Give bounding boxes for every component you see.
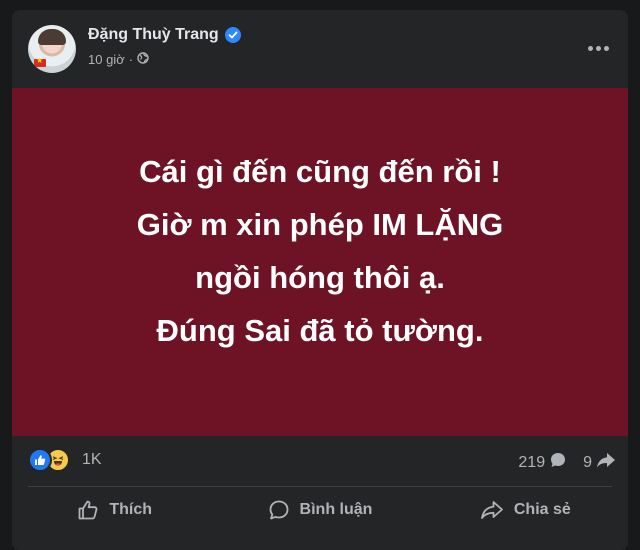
share-count[interactable]: 9 xyxy=(583,454,592,472)
flag-icon xyxy=(34,56,46,67)
comment-label: Bình luận xyxy=(299,501,373,518)
reaction-count[interactable]: 1K xyxy=(82,451,102,469)
more-dot-icon xyxy=(595,45,601,51)
like-icon xyxy=(28,448,52,472)
like-label: Thích xyxy=(109,501,152,518)
comment-count[interactable]: 219 xyxy=(518,454,545,472)
post-text-background[interactable]: Cái gì đến cũng đến rồi ! Giờ m xin phép… xyxy=(12,88,628,436)
reaction-icons[interactable] xyxy=(28,448,70,472)
like-button[interactable]: Thích xyxy=(12,488,217,532)
author-avatar[interactable] xyxy=(28,25,76,73)
author-name[interactable]: Đặng Thuỳ Trang xyxy=(88,26,219,44)
globe-icon[interactable] xyxy=(137,52,149,67)
post-timestamp[interactable]: 10 giờ xyxy=(88,52,125,67)
post-text-line: Đúng Sai đã tỏ tường. xyxy=(156,313,484,348)
post-text-line: ngồi hóng thôi ạ. xyxy=(195,260,445,295)
share-icon xyxy=(480,501,503,519)
engagement-counts: 219 9 xyxy=(518,451,616,474)
post-text-line: Cái gì đến cũng đến rồi ! xyxy=(139,154,501,189)
comment-bubble-icon xyxy=(549,451,567,474)
feed-background: Đặng Thuỳ Trang 10 giờ · xyxy=(0,0,640,550)
meta-separator: · xyxy=(128,52,134,67)
comment-button[interactable]: Bình luận xyxy=(217,488,422,532)
author-row: Đặng Thuỳ Trang xyxy=(88,26,241,44)
post-header: Đặng Thuỳ Trang 10 giờ · xyxy=(12,10,628,86)
share-arrow-icon xyxy=(596,451,616,474)
share-button[interactable]: Chia sẻ xyxy=(423,488,628,532)
reactions-summary: 1K 219 9 xyxy=(12,442,628,478)
post-text: Cái gì đến cũng đến rồi ! Giờ m xin phép… xyxy=(137,145,504,357)
actions-divider xyxy=(28,486,612,487)
more-options-button[interactable] xyxy=(580,30,616,66)
post-text-line: Giờ m xin phép IM LẶNG xyxy=(136,207,504,242)
verified-badge-icon xyxy=(224,27,241,43)
post-actions: Thích Bình luận Chia sẻ xyxy=(12,488,628,532)
share-label: Chia sẻ xyxy=(513,501,571,518)
post-card: Đặng Thuỳ Trang 10 giờ · xyxy=(12,10,628,550)
more-dot-icon xyxy=(587,45,593,51)
thumbs-up-icon xyxy=(78,500,98,520)
comment-icon xyxy=(269,500,288,520)
more-dot-icon xyxy=(603,45,609,51)
post-meta: 10 giờ · xyxy=(88,52,149,67)
avatar-hair xyxy=(38,29,66,45)
